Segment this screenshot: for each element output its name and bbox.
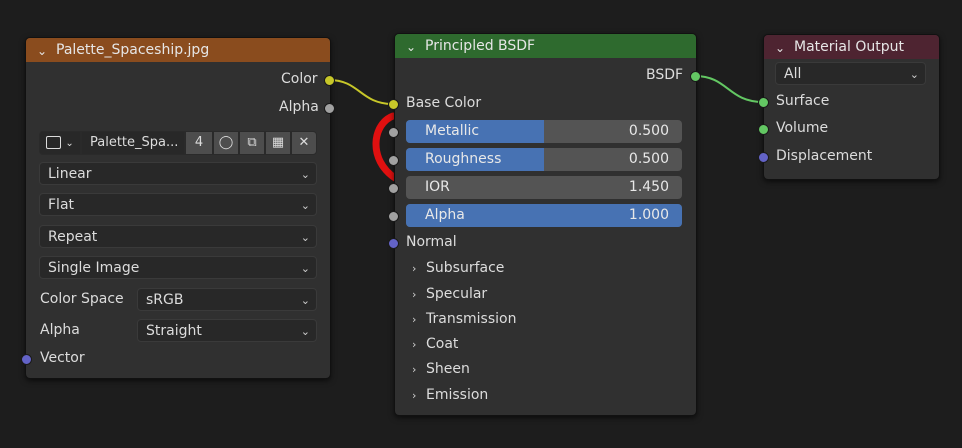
color-space-label: Color Space: [40, 291, 124, 307]
bsdf-output-socket[interactable]: [690, 71, 701, 82]
panel-emission[interactable]: › Emission: [412, 385, 488, 406]
alpha-label: Alpha: [425, 207, 465, 223]
chevron-right-icon: ›: [412, 313, 417, 326]
displacement-input-socket[interactable]: [758, 152, 769, 163]
projection-value: Flat: [48, 197, 75, 213]
fake-user-shield-icon[interactable]: ◯: [213, 131, 239, 155]
output-node-title: Material Output: [794, 39, 904, 55]
color-space-value: sRGB: [146, 292, 184, 308]
alpha-output-label: Alpha: [279, 99, 319, 115]
roughness-input-socket[interactable]: [388, 155, 399, 166]
image-node-header[interactable]: ⌄ Palette_Spaceship.jpg: [26, 38, 330, 62]
metallic-input-socket[interactable]: [388, 127, 399, 138]
chevron-down-icon: ⌄: [65, 138, 74, 149]
collapse-chevron-icon[interactable]: ⌄: [37, 39, 47, 63]
displacement-label: Displacement: [776, 148, 873, 164]
alpha-output-socket[interactable]: [324, 103, 335, 114]
alpha-mode-value: Straight: [146, 323, 202, 339]
image-browse-button[interactable]: ⌄: [39, 131, 81, 155]
open-folder-icon[interactable]: ▦: [265, 131, 291, 155]
unlink-close-icon[interactable]: ✕: [291, 131, 317, 155]
chevron-down-icon: ⌄: [300, 294, 310, 307]
annotation-left-bracket: [372, 112, 399, 182]
image-node-title: Palette_Spaceship.jpg: [56, 42, 210, 58]
bsdf-link: [694, 75, 764, 103]
panel-label: Sheen: [426, 361, 470, 377]
chevron-down-icon: ⌄: [909, 68, 919, 81]
projection-dropdown[interactable]: Flat ⌄: [39, 193, 317, 216]
vector-input-socket[interactable]: [21, 354, 32, 365]
panel-sheen[interactable]: › Sheen: [412, 359, 470, 380]
roughness-field[interactable]: Roughness 0.500: [406, 148, 682, 171]
volume-input-socket[interactable]: [758, 124, 769, 135]
panel-subsurface[interactable]: › Subsurface: [412, 258, 504, 279]
normal-input-socket[interactable]: [388, 238, 399, 249]
panel-specular[interactable]: › Specular: [412, 284, 487, 305]
base-color-input-socket[interactable]: [388, 99, 399, 110]
alpha-value: 1.000: [628, 207, 669, 223]
panel-transmission[interactable]: › Transmission: [412, 309, 516, 330]
source-value: Single Image: [48, 260, 140, 276]
bsdf-output-label: BSDF: [646, 67, 684, 83]
image-users-count[interactable]: 4: [185, 131, 213, 155]
extension-dropdown[interactable]: Repeat ⌄: [39, 225, 317, 248]
output-node-header[interactable]: ⌄ Material Output: [764, 35, 939, 59]
panel-label: Coat: [426, 336, 459, 352]
alpha-mode-label: Alpha: [40, 322, 80, 338]
vector-input-label: Vector: [40, 350, 85, 366]
source-dropdown[interactable]: Single Image ⌄: [39, 256, 317, 279]
ior-label: IOR: [425, 179, 450, 195]
chevron-right-icon: ›: [412, 389, 417, 402]
chevron-down-icon: ⌄: [300, 231, 310, 244]
chevron-down-icon: ⌄: [300, 168, 310, 181]
roughness-value: 0.500: [628, 151, 669, 167]
interpolation-value: Linear: [48, 166, 92, 182]
chevron-right-icon: ›: [412, 262, 417, 275]
target-dropdown[interactable]: All ⌄: [775, 62, 926, 85]
extension-value: Repeat: [48, 229, 98, 245]
duplicate-icon[interactable]: ⧉: [239, 131, 265, 155]
panel-label: Subsurface: [426, 260, 505, 276]
collapse-chevron-icon[interactable]: ⌄: [406, 35, 416, 59]
chevron-right-icon: ›: [412, 338, 417, 351]
chevron-down-icon: ⌄: [300, 325, 310, 338]
volume-label: Volume: [776, 120, 829, 136]
ior-input-socket[interactable]: [388, 183, 399, 194]
panel-label: Specular: [426, 286, 488, 302]
metallic-label: Metallic: [425, 123, 480, 139]
color-link: [328, 79, 394, 105]
alpha-mode-dropdown[interactable]: Straight ⌄: [137, 319, 317, 342]
image-name-field[interactable]: Palette_Spa...: [81, 131, 185, 155]
normal-label: Normal: [406, 234, 457, 250]
base-color-label: Base Color: [406, 95, 482, 111]
image-icon: [46, 136, 62, 149]
panel-label: Transmission: [426, 311, 517, 327]
chevron-down-icon: ⌄: [300, 262, 310, 275]
metallic-field[interactable]: Metallic 0.500: [406, 120, 682, 143]
color-output-label: Color: [281, 71, 318, 87]
panel-coat[interactable]: › Coat: [412, 334, 458, 355]
chevron-right-icon: ›: [412, 288, 417, 301]
bsdf-node-title: Principled BSDF: [425, 38, 536, 54]
target-value: All: [784, 66, 802, 82]
color-output-socket[interactable]: [324, 75, 335, 86]
ior-value: 1.450: [628, 179, 669, 195]
color-space-dropdown[interactable]: sRGB ⌄: [137, 288, 317, 311]
surface-input-socket[interactable]: [758, 97, 769, 108]
bsdf-node-header[interactable]: ⌄ Principled BSDF: [395, 34, 696, 58]
ior-field[interactable]: IOR 1.450: [406, 176, 682, 199]
chevron-down-icon: ⌄: [300, 199, 310, 212]
chevron-right-icon: ›: [412, 363, 417, 376]
collapse-chevron-icon[interactable]: ⌄: [775, 36, 785, 60]
alpha-input-socket[interactable]: [388, 211, 399, 222]
panel-label: Emission: [426, 387, 489, 403]
surface-label: Surface: [776, 93, 830, 109]
interpolation-dropdown[interactable]: Linear ⌄: [39, 162, 317, 185]
alpha-field[interactable]: Alpha 1.000: [406, 204, 682, 227]
roughness-label: Roughness: [425, 151, 502, 167]
metallic-value: 0.500: [628, 123, 669, 139]
